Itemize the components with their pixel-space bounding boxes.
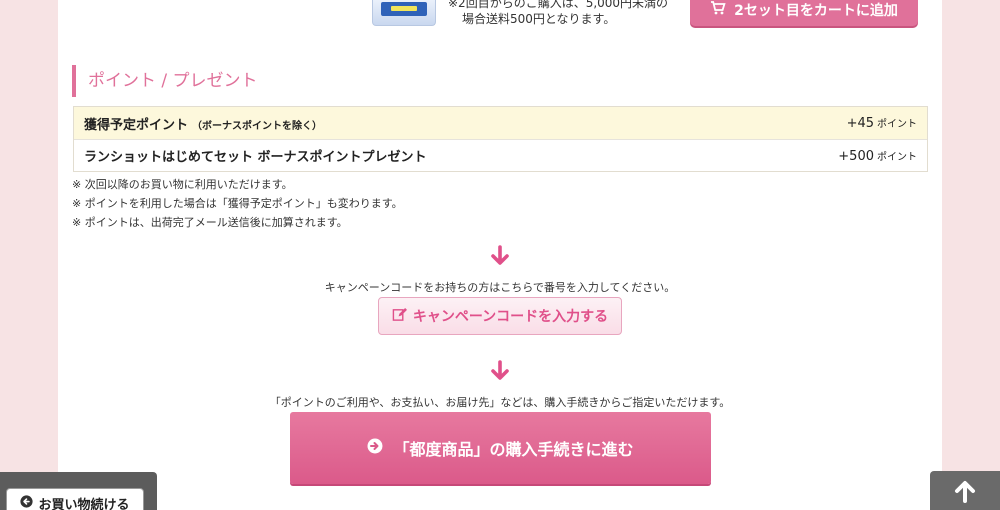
checkout-button-label: 「都度商品」の購入手続きに進む: [393, 440, 634, 459]
proceed-to-checkout-button[interactable]: 「都度商品」の購入手続きに進む: [290, 412, 711, 484]
continue-shopping-label: お買い物続ける: [38, 497, 130, 510]
enter-campaign-code-button[interactable]: キャンペーンコードを入力する: [378, 297, 622, 335]
continue-shopping-bar: お買い物続ける: [0, 472, 157, 510]
arrow-up-icon: [953, 479, 977, 510]
note-item: ※ ポイントは、出荷完了メール送信後に加算されます。: [72, 216, 348, 229]
points-row-label: 獲得予定ポイント （ボーナスポイントを除く）: [84, 117, 323, 133]
shipping-note-line1: ※2回目からのご購入は、5,000円未満の: [448, 0, 669, 10]
arrow-down-icon: [488, 244, 512, 268]
points-table: 獲得予定ポイント （ボーナスポイントを除く） +45 ポイント ランショットはじめて…: [73, 106, 928, 172]
note-item: ※ ポイントを利用した場合は「獲得予定ポイント」も変わります。: [72, 197, 403, 210]
cart-button-label: 2セット目をカートに追加: [734, 3, 898, 19]
points-row-value: +500 ポイント: [838, 148, 917, 164]
points-row-value: +45 ポイント: [846, 116, 917, 131]
continue-shopping-button[interactable]: お買い物続ける: [6, 488, 144, 510]
circle-arrow-right-icon: [367, 438, 383, 458]
product-image: [372, 0, 436, 26]
section-heading-points: ポイント / プレゼント: [72, 65, 258, 97]
note-item: ※ 次回以降のお買い物に利用いただけます。: [72, 178, 293, 191]
arrow-down-icon: [488, 359, 512, 383]
points-row-note: （ボーナスポイントを除く）: [192, 120, 323, 132]
add-second-set-to-cart-button[interactable]: 2セット目をカートに追加: [690, 0, 918, 26]
edit-icon: [392, 307, 407, 326]
shipping-note-line2: 場合送料500円となります。: [462, 12, 616, 26]
shipping-note: ※2回目からのご購入は、5,000円未満の 場合送料500円となります。: [448, 0, 678, 27]
circle-arrow-left-icon: [20, 494, 34, 510]
points-row-bonus: ランショットはじめてセット ボーナスポイントプレゼント +500 ポイント: [74, 139, 927, 171]
campaign-button-label: キャンペーンコードを入力する: [412, 309, 609, 325]
points-row-earned: 獲得予定ポイント （ボーナスポイントを除く） +45 ポイント: [74, 107, 927, 139]
back-to-top-button[interactable]: [930, 471, 1000, 510]
checkout-prompt: 「ポイントのご利用や、お支払い、お届け先」などは、購入手続きからご指定いただけま…: [269, 396, 731, 409]
points-notes: ※ 次回以降のお買い物に利用いただけます。 ※ ポイントを利用した場合は「獲得予…: [72, 175, 403, 232]
campaign-prompt: キャンペーンコードをお持ちの方はこちらで番号を入力してください。: [324, 281, 676, 294]
points-row-label: ランショットはじめてセット ボーナスポイントプレゼント: [84, 150, 427, 165]
cart-icon: [710, 0, 726, 20]
